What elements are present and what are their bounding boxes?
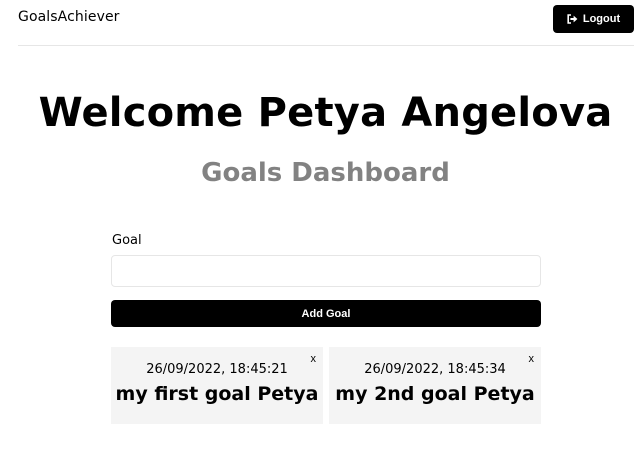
delete-goal-button[interactable]: x xyxy=(311,353,317,365)
add-goal-button[interactable]: Add Goal xyxy=(111,300,541,327)
goal-card: 26/09/2022, 18:45:21 my first goal Petya… xyxy=(111,347,323,424)
goal-timestamp: 26/09/2022, 18:45:34 xyxy=(364,362,506,377)
brand-logo-text[interactable]: GoalsAchiever xyxy=(18,9,120,25)
goal-input[interactable] xyxy=(111,255,541,287)
welcome-heading: Welcome Petya Angelova xyxy=(38,90,613,136)
goal-card: 26/09/2022, 18:45:34 my 2nd goal Petya x xyxy=(329,347,541,424)
goal-field-label: Goal xyxy=(112,233,142,248)
goal-text: my 2nd goal Petya xyxy=(335,383,535,405)
goal-text: my first goal Petya xyxy=(115,383,319,405)
page: GoalsAchiever Logout Welcome Petya Angel… xyxy=(0,0,640,460)
page-title: Goals Dashboard xyxy=(201,158,450,188)
sign-out-icon xyxy=(567,14,578,24)
delete-goal-button[interactable]: x xyxy=(529,353,535,365)
logout-button[interactable]: Logout xyxy=(553,5,634,33)
top-navbar: GoalsAchiever Logout xyxy=(18,0,634,46)
logout-label: Logout xyxy=(582,13,621,25)
goal-timestamp: 26/09/2022, 18:45:21 xyxy=(146,362,288,377)
